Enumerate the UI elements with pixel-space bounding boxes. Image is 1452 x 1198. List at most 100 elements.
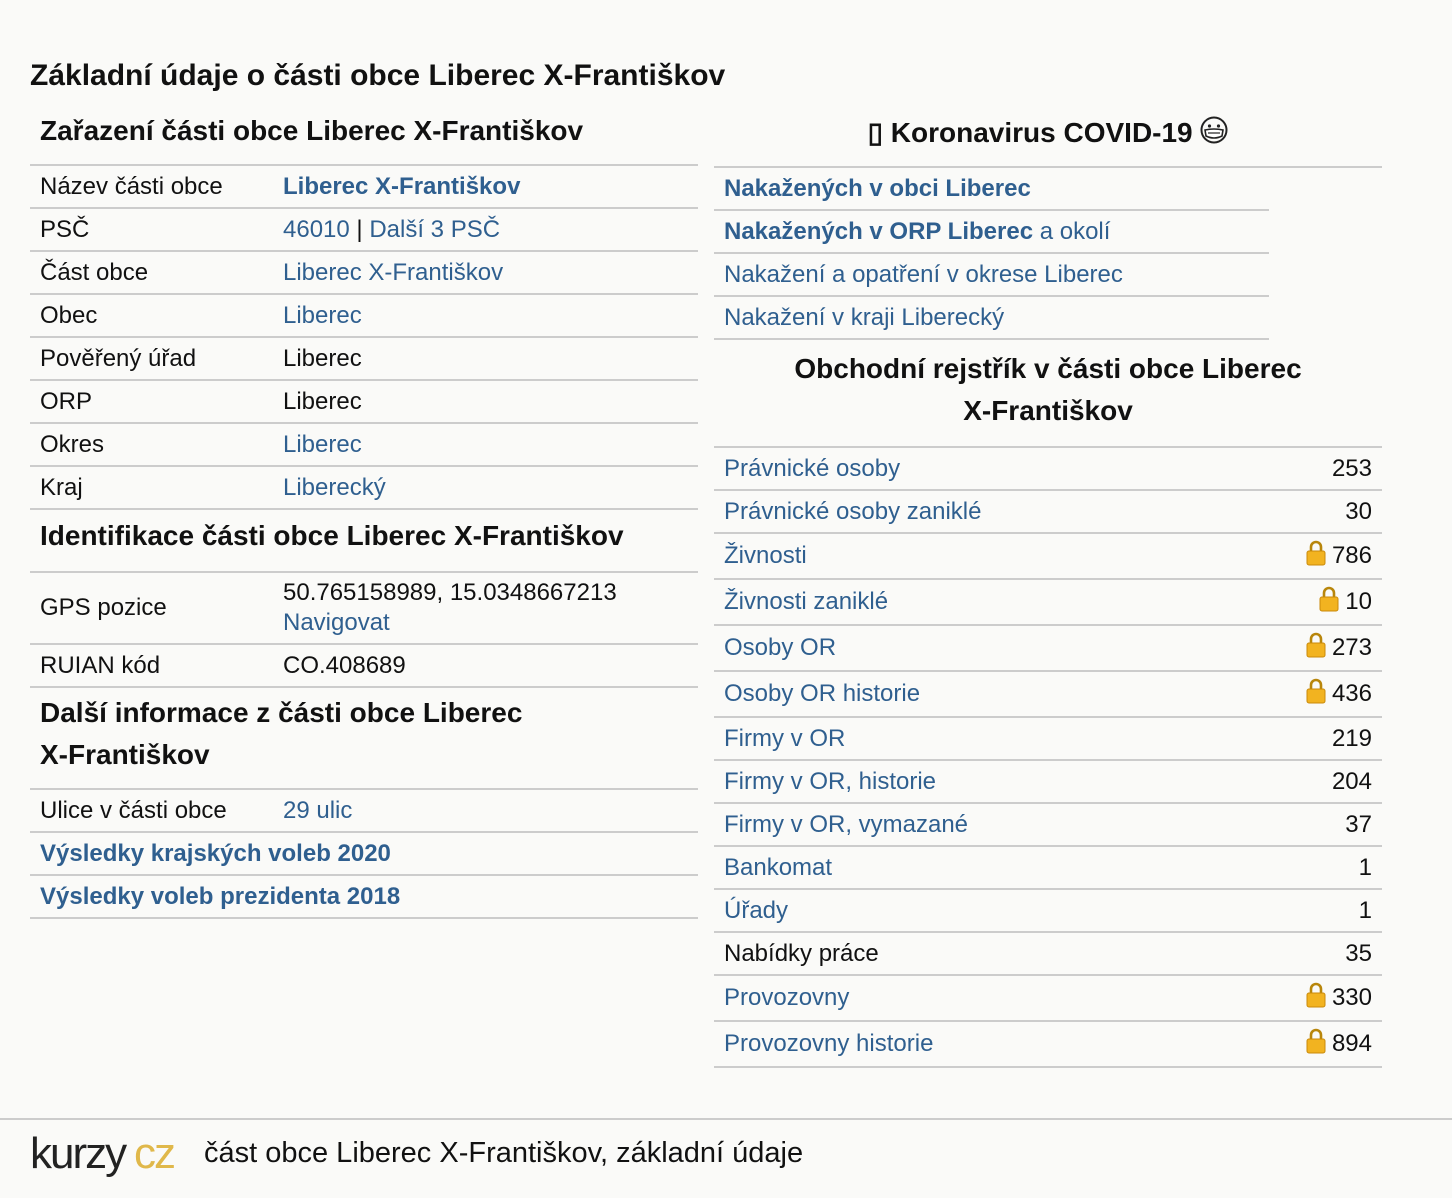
kurzy-logo[interactable]: kurzy cz (30, 1129, 186, 1183)
row-label: Okres (40, 430, 105, 458)
obchodni-heading-line2: X-Františkov (963, 395, 1133, 426)
obchodni-row-label: Nabídky práce (724, 939, 879, 967)
okres-link[interactable]: Liberec (283, 431, 688, 459)
obchodni-row-value-wrap: 1 (1359, 897, 1372, 925)
obchodni-row-value: 253 (1331, 454, 1372, 482)
obchodni-row-value: 30 (1345, 497, 1372, 525)
lock-icon[interactable] (1306, 678, 1326, 711)
obec-link[interactable]: Liberec (283, 302, 688, 330)
obchodni-row-label[interactable]: Firmy v OR, vymazané (724, 811, 1345, 839)
face-mask-icon (1200, 112, 1228, 158)
obchodni-row: Nabídky práce 35 (714, 933, 1382, 976)
gps-values: 50.765158989, 15.0348667213 Navigovat (283, 578, 688, 638)
obchodni-heading-line1: Obchodní rejstřík v části obce Liberec (794, 353, 1302, 384)
ulice-link[interactable]: 29 ulic (283, 797, 688, 825)
covid-row: Nakažení a opatření v okrese Liberec (714, 254, 1269, 297)
nazev-link[interactable]: Liberec X-Františkov (283, 173, 688, 201)
obchodni-row-value-wrap: 1 (1359, 854, 1372, 882)
obchodni-row-value: 1 (1358, 853, 1372, 881)
obchodni-heading: Obchodní rejstřík v části obce Liberec X… (714, 340, 1382, 448)
obchodni-row-value: 330 (1331, 984, 1372, 1011)
row-label: RUIAN kód (40, 651, 161, 679)
dalsi-heading-line2: X-Františkov (40, 739, 210, 770)
cast-obce-link[interactable]: Liberec X-Františkov (283, 259, 688, 287)
covid-heading: ▯ Koronavirus COVID-19 (714, 110, 1382, 168)
obchodni-row-value-wrap: 786 (1306, 540, 1372, 573)
row-ruian: RUIAN kód CO.408689 (30, 645, 698, 688)
obchodni-row-value-wrap: 37 (1345, 811, 1372, 839)
obchodni-row: Bankomat 1 (714, 847, 1382, 890)
obchodni-row-label[interactable]: Bankomat (724, 854, 1359, 882)
obchodni-row-value: 10 (1345, 588, 1372, 615)
navigovat-link[interactable]: Navigovat (283, 609, 390, 636)
logo-part2: cz (134, 1130, 174, 1178)
obchodni-row-label[interactable]: Právnické osoby (724, 455, 1332, 483)
row-label: GPS pozice (40, 594, 167, 621)
obchodni-row-value: 436 (1331, 680, 1372, 707)
row-volby-kraj: Výsledky krajských voleb 2020 (30, 833, 698, 876)
psc-separator: | (349, 215, 370, 243)
obchodni-row-value-wrap: 35 (1345, 940, 1372, 968)
psc-link[interactable]: 46010 (283, 216, 350, 243)
obchodni-row-value-wrap: 330 (1306, 982, 1372, 1015)
covid-orp-link[interactable]: Nakažených v ORP Liberec a okolí (724, 218, 1110, 246)
obchodni-row: Provozovny 330 (714, 976, 1382, 1022)
obchodni-row-label[interactable]: Firmy v OR (724, 725, 1332, 753)
row-psc: PSČ 46010 | Další 3 PSČ (30, 209, 698, 252)
obchodni-row-label[interactable]: Osoby OR historie (724, 680, 1306, 708)
obchodni-row-value-wrap: 10 (1319, 586, 1372, 619)
obchodni-row-value-wrap: 273 (1306, 632, 1372, 665)
row-label: ORP (40, 387, 93, 415)
row-cast-obce: Část obce Liberec X-Františkov (30, 252, 698, 295)
obchodni-row-value: 273 (1331, 634, 1372, 661)
obchodni-row-value-wrap: 219 (1332, 725, 1372, 753)
row-volby-prezident: Výsledky voleb prezidenta 2018 (30, 876, 698, 919)
covid-row: Nakažení v kraji Liberecký (714, 297, 1269, 340)
covid-okres-link[interactable]: Nakažení a opatření v okrese Liberec (724, 261, 1123, 289)
volby-krajske-link[interactable]: Výsledky krajských voleb 2020 (40, 840, 391, 868)
covid-obec-link[interactable]: Nakažených v obci Liberec (724, 175, 1031, 203)
row-value: CO.408689 (283, 651, 406, 679)
covid-row: Nakažených v obci Liberec (714, 168, 1269, 211)
psc-values: 46010 | Další 3 PSČ (283, 216, 688, 244)
volby-prezident-link[interactable]: Výsledky voleb prezidenta 2018 (40, 883, 400, 911)
obchodni-row: Provozovny historie 894 (714, 1022, 1382, 1068)
row-ulice: Ulice v části obce 29 ulic (30, 790, 698, 833)
obchodni-row-value: 894 (1331, 1030, 1372, 1057)
gps-coordinates: 50.765158989, 15.0348667213 (283, 579, 617, 606)
obchodni-row-value: 219 (1331, 724, 1372, 752)
obchodni-row-label[interactable]: Provozovny (724, 984, 1306, 1012)
covid-orp-bold: Nakažených v ORP Liberec (724, 217, 1034, 245)
covid-row: Nakažených v ORP Liberec a okolí (714, 211, 1269, 254)
row-label: Kraj (40, 473, 83, 501)
obchodni-row-label[interactable]: Firmy v OR, historie (724, 768, 1332, 796)
lock-icon[interactable] (1306, 1028, 1326, 1061)
obchodni-table: Právnické osoby 253 Právnické osoby zanikl… (714, 448, 1382, 1068)
footer-text: část obce Liberec X-Františkov, základní… (204, 1137, 804, 1169)
obchodni-row-label[interactable]: Živnosti zaniklé (724, 588, 1319, 616)
lock-icon[interactable] (1306, 540, 1326, 573)
obchodni-row-label[interactable]: Provozovny historie (724, 1030, 1306, 1058)
obchodni-row: Právnické osoby 253 (714, 448, 1382, 491)
covid-heading-text: Koronavirus COVID-19 (890, 117, 1193, 148)
dalsi-heading: Další informace z části obce Liberec X-F… (30, 688, 698, 790)
obchodni-row-value: 37 (1345, 810, 1372, 838)
dalsi-psc-link[interactable]: Další 3 PSČ (369, 216, 500, 243)
row-label: Pověřený úřad (40, 344, 197, 372)
row-povereny-urad: Pověřený úřad Liberec (30, 338, 698, 381)
obchodni-row: Úřady 1 (714, 890, 1382, 933)
obchodni-row: Firmy v OR 219 (714, 718, 1382, 761)
obchodni-row-value-wrap: 204 (1332, 768, 1372, 796)
obchodni-row-label[interactable]: Právnické osoby zaniklé (724, 498, 1345, 526)
covid-list: Nakažených v obci Liberec Nakažených v O… (714, 168, 1269, 340)
obchodni-row: Osoby OR 273 (714, 626, 1382, 672)
obchodni-row-label[interactable]: Živnosti (724, 542, 1306, 570)
lock-icon[interactable] (1306, 982, 1326, 1015)
covid-kraj-link[interactable]: Nakažení v kraji Liberecký (724, 304, 1004, 332)
obchodni-row-label[interactable]: Osoby OR (724, 634, 1306, 662)
lock-icon[interactable] (1306, 632, 1326, 665)
lock-icon[interactable] (1319, 586, 1339, 619)
kraj-link[interactable]: Liberecký (283, 474, 688, 502)
obchodni-row: Firmy v OR, historie 204 (714, 761, 1382, 804)
obchodni-row-label[interactable]: Úřady (724, 897, 1359, 925)
